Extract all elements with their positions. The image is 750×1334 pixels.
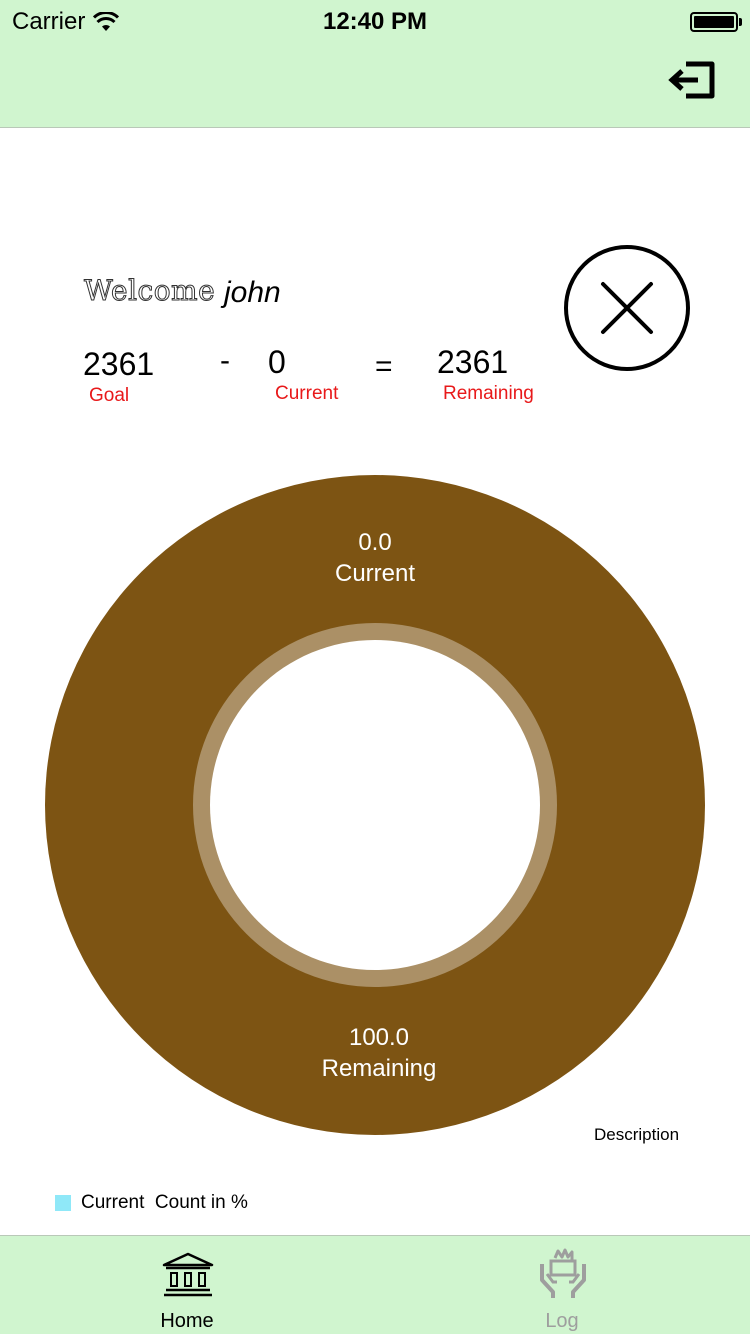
bank-icon xyxy=(162,1252,214,1297)
legend-swatch xyxy=(55,1195,71,1211)
battery-icon xyxy=(690,12,742,32)
slice-remaining-label: Remaining xyxy=(321,1055,437,1082)
remaining-value: 2361 xyxy=(437,344,509,380)
tab-log[interactable]: Log xyxy=(487,1236,637,1334)
tab-log-label: Log xyxy=(545,1310,579,1332)
goal-label: Goal xyxy=(89,385,130,406)
remaining-label: Remaining xyxy=(443,383,534,404)
slice-current-value: 0.0 xyxy=(358,529,392,556)
minus-sign: - xyxy=(220,344,230,377)
tab-home-label: Home xyxy=(160,1310,214,1332)
current-label: Current xyxy=(275,383,339,404)
slice-current-label: Current xyxy=(334,560,416,587)
status-time: 12:40 PM xyxy=(322,8,428,35)
donut-hole xyxy=(210,640,540,970)
close-circle-icon[interactable] xyxy=(563,244,691,372)
username: john xyxy=(224,276,281,309)
tab-home[interactable]: Home xyxy=(112,1236,262,1334)
tab-bar: Home Log xyxy=(0,1235,750,1334)
welcome-label: Welcome xyxy=(83,274,216,308)
navigation-bar: Carrier 12:40 PM xyxy=(0,0,750,128)
equals-sign: = xyxy=(375,350,393,383)
slice-remaining-value: 100.0 xyxy=(348,1024,410,1051)
goal-value: 2361 xyxy=(83,346,155,382)
chart-legend: Current Count in % xyxy=(55,1192,248,1214)
logout-icon[interactable] xyxy=(668,60,716,100)
legend-label: Current Count in % xyxy=(81,1192,248,1213)
chart-description: Description xyxy=(594,1125,680,1144)
current-value: 0 xyxy=(268,344,286,380)
donut-chart: 0.0 Current 100.0 Remaining xyxy=(45,475,705,1135)
hands-basket-icon xyxy=(540,1248,586,1298)
